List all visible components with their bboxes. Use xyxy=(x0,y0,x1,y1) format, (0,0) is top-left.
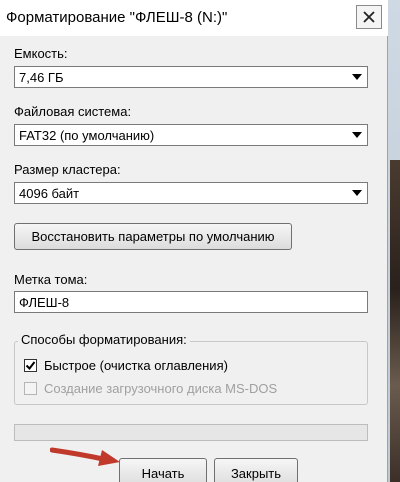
format-dialog: Форматирование "ФЛЕШ-8 (N:)" Емкость: 7,… xyxy=(0,0,388,482)
filesystem-value: FAT32 (по умолчанию) xyxy=(19,128,155,143)
cluster-size-label: Размер кластера: xyxy=(14,162,121,177)
start-button[interactable]: Начать xyxy=(119,458,207,482)
chevron-down-icon[interactable] xyxy=(348,184,366,202)
capacity-label: Емкость: xyxy=(14,46,68,61)
quick-format-label: Быстрое (очистка оглавления) xyxy=(44,358,228,373)
filesystem-select[interactable]: FAT32 (по умолчанию) xyxy=(14,124,368,146)
volume-label-label: Метка тома: xyxy=(14,272,88,287)
restore-defaults-button[interactable]: Восстановить параметры по умолчанию xyxy=(14,223,292,250)
cluster-size-value: 4096 байт xyxy=(19,186,80,201)
format-progress-bar xyxy=(14,424,368,441)
checkmark-icon xyxy=(25,361,36,371)
msdos-boot-disk-checkbox[interactable] xyxy=(24,382,37,395)
close-icon xyxy=(363,11,375,23)
format-options-title: Способы форматирования: xyxy=(18,332,190,347)
msdos-boot-disk-label: Создание загрузочного диска MS-DOS xyxy=(44,381,278,396)
capacity-select[interactable]: 7,46 ГБ xyxy=(14,66,368,88)
close-button[interactable]: Закрыть xyxy=(214,458,298,482)
filesystem-label: Файловая система: xyxy=(14,104,132,119)
volume-label-field-box xyxy=(14,291,368,313)
chevron-down-icon[interactable] xyxy=(348,68,366,86)
cluster-size-select[interactable]: 4096 байт xyxy=(14,182,368,204)
arrow-annotation-icon xyxy=(50,447,120,466)
volume-label-input[interactable] xyxy=(15,292,367,312)
title-bar: Форматирование "ФЛЕШ-8 (N:)" xyxy=(0,0,388,36)
chevron-down-icon[interactable] xyxy=(348,126,366,144)
desktop-background-image xyxy=(390,160,400,482)
quick-format-checkbox[interactable] xyxy=(24,359,37,372)
window-title: Форматирование "ФЛЕШ-8 (N:)" xyxy=(6,9,228,26)
capacity-value: 7,46 ГБ xyxy=(19,70,64,85)
close-window-button[interactable] xyxy=(356,5,382,29)
